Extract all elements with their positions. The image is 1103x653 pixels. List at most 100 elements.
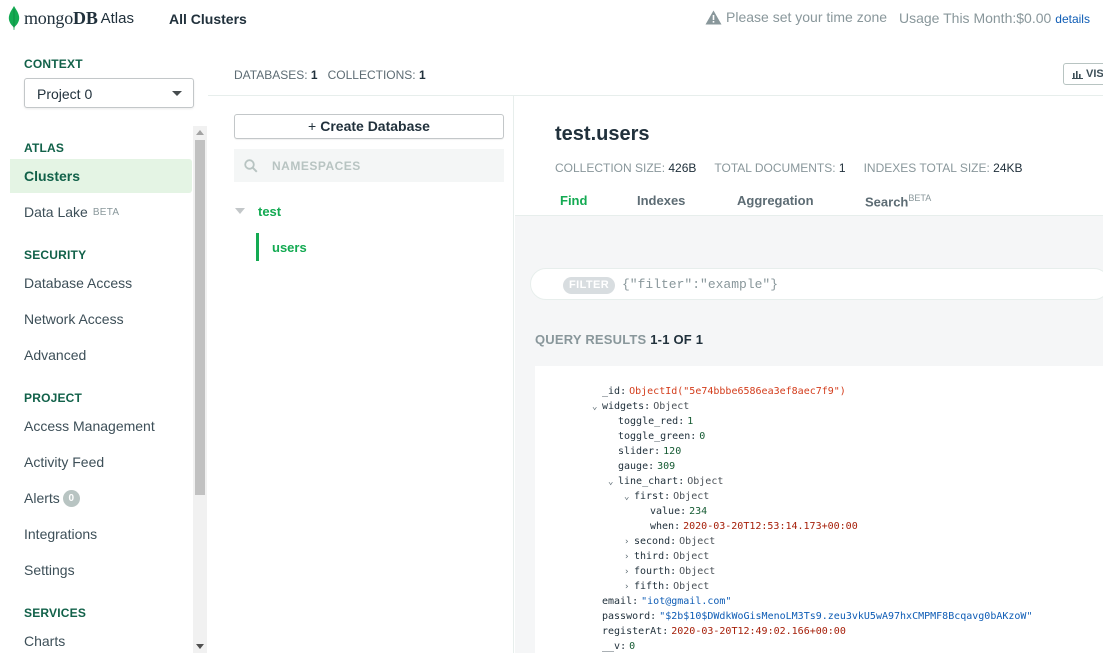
document-field[interactable]: › fourth: Object	[624, 566, 715, 577]
document-field: when: 2020-03-20T12:53:14.173+00:00	[640, 521, 858, 532]
document-field[interactable]: ⌄ first: Object	[624, 491, 709, 502]
sidebar-item-advanced[interactable]: Advanced	[10, 338, 192, 372]
field-separator: :	[664, 551, 671, 562]
context-label: CONTEXT	[24, 57, 83, 71]
results-area: FILTER {"filter":"example"} QUERY RESULT…	[515, 216, 1103, 653]
usage-details-link[interactable]: details	[1055, 12, 1090, 26]
sidebar-item-label: Database Access	[24, 275, 133, 291]
timezone-warning[interactable]: Please set your time zone	[705, 9, 887, 25]
field-separator: :	[670, 536, 677, 547]
document-field[interactable]: › fifth: Object	[624, 581, 709, 592]
left-nav-scrollbar[interactable]	[193, 126, 207, 653]
document-field-value: "iot@gmail.com"	[641, 596, 732, 607]
document-field-value: 0	[629, 641, 636, 652]
caret-down-icon[interactable]	[235, 208, 245, 214]
document-field-value: 2020-03-20T12:53:14.173+00:00	[683, 521, 858, 532]
collections-count-label: COLLECTIONS:	[327, 68, 416, 82]
sidebar-item-settings[interactable]: Settings	[10, 553, 192, 587]
document-field[interactable]: ⌄ line_chart: Object	[608, 476, 723, 487]
search-icon	[244, 159, 258, 173]
tab-search-label: Search	[865, 194, 909, 210]
sidebar-item-label: Alerts	[24, 490, 60, 506]
tab-indexes[interactable]: Indexes	[637, 193, 685, 208]
total-documents: 1	[838, 161, 846, 175]
chevron-down-icon[interactable]: ⌄	[608, 477, 618, 487]
document-field-key: registerAt	[602, 626, 663, 637]
document-field: password: "$2b$10$DWdkWoGisMenoLM3Ts9.zeu…	[592, 611, 1032, 622]
document-field: gauge: 309	[608, 461, 675, 472]
visualize-button[interactable]: VIS	[1063, 63, 1103, 85]
document-field-key: toggle_green	[618, 431, 691, 442]
usage-this-month: Usage This Month:$0.00 details	[899, 10, 1090, 26]
collection-size: 426B	[668, 161, 697, 175]
document-field-key: second	[634, 536, 671, 547]
warning-icon	[705, 10, 722, 24]
chevron-right-icon[interactable]: ›	[624, 567, 634, 577]
sidebar-item-integrations[interactable]: Integrations	[10, 517, 192, 551]
sidebar-item-alerts[interactable]: Alerts 0	[10, 481, 192, 515]
collection-panel: test.users COLLECTION SIZE: 426B TOTAL DO…	[515, 96, 1103, 653]
tab-find[interactable]: Find	[560, 193, 587, 208]
mongodb-leaf-icon	[8, 6, 20, 30]
visualize-button-label: VIS	[1086, 68, 1103, 80]
document-field-key: line_chart	[618, 476, 679, 487]
document-field-value: Object	[679, 536, 716, 547]
field-separator: :	[674, 521, 681, 532]
document-field-value: Object	[687, 476, 724, 487]
field-separator: :	[654, 446, 661, 457]
mongodb-atlas-logo[interactable]: mongoDB Atlas	[8, 3, 134, 33]
sidebar-item-activity-feed[interactable]: Activity Feed	[10, 445, 192, 479]
scroll-up-icon[interactable]	[196, 130, 204, 135]
create-database-label: Create Database	[320, 118, 430, 134]
sidebar-item-label: Charts	[24, 633, 66, 649]
chevron-right-icon[interactable]: ›	[624, 552, 634, 562]
project-selector[interactable]: Project 0	[24, 78, 194, 108]
chevron-right-icon[interactable]: ›	[624, 537, 634, 547]
collection-title: test.users	[555, 123, 650, 145]
document-field-value: 234	[689, 506, 708, 517]
sidebar-item-clusters[interactable]: Clusters	[10, 159, 192, 193]
document-field[interactable]: › second: Object	[624, 536, 715, 547]
document-field-value: 309	[657, 461, 676, 472]
field-separator: :	[620, 641, 627, 652]
section-label-atlas: ATLAS	[24, 141, 65, 155]
document-field: slider: 120	[608, 446, 681, 457]
document-field: toggle_red: 1	[608, 416, 693, 427]
sidebar-item-data-lake[interactable]: Data Lake BETA	[10, 195, 192, 229]
databases-count-label: DATABASES:	[234, 68, 308, 82]
chevron-down-icon[interactable]: ⌄	[624, 492, 634, 502]
field-separator: :	[664, 491, 671, 502]
bar-chart-icon	[1072, 70, 1083, 79]
field-separator: :	[678, 476, 685, 487]
chevron-right-icon[interactable]: ›	[624, 582, 634, 592]
chevron-down-icon[interactable]: ⌄	[592, 402, 602, 412]
filter-input[interactable]: FILTER {"filter":"example"}	[530, 268, 1103, 300]
scrollbar-thumb[interactable]	[195, 140, 205, 495]
left-nav-content: CONTEXT Project 0 ATLAS Clusters Data La…	[0, 36, 194, 653]
sidebar-item-database-access[interactable]: Database Access	[10, 266, 192, 300]
namespaces-search[interactable]: NAMESPACES	[234, 149, 504, 182]
scroll-down-icon[interactable]	[196, 644, 204, 649]
document-field-value: Object	[679, 566, 716, 577]
field-separator: :	[662, 626, 669, 637]
query-results-range: 1-1 OF 1	[650, 332, 704, 347]
sidebar-item-label: Advanced	[24, 347, 87, 363]
document-field[interactable]: ⌄ widgets: Object	[592, 401, 689, 412]
total-documents-label: TOTAL DOCUMENTS:	[714, 161, 836, 175]
document-field[interactable]: › third: Object	[624, 551, 709, 562]
sidebar-item-charts[interactable]: Charts	[10, 624, 192, 653]
collection-item-users[interactable]: users	[256, 233, 504, 261]
field-separator: :	[648, 461, 655, 472]
query-results-text: QUERY RESULTS	[535, 332, 647, 347]
sidebar-item-label: Activity Feed	[24, 454, 105, 470]
tab-search[interactable]: SearchBETA	[865, 193, 931, 209]
database-item-test[interactable]: test	[234, 200, 504, 222]
sidebar-item-network-access[interactable]: Network Access	[10, 302, 192, 336]
sidebar-item-label: Network Access	[24, 311, 124, 327]
all-clusters-link[interactable]: All Clusters	[169, 11, 247, 27]
create-database-button[interactable]: + Create Database	[234, 114, 504, 139]
tab-aggregation[interactable]: Aggregation	[737, 193, 814, 208]
sidebar-item-access-management[interactable]: Access Management	[10, 409, 192, 443]
sidebar-item-label: Integrations	[24, 526, 98, 542]
document-field-key: fifth	[634, 581, 665, 592]
